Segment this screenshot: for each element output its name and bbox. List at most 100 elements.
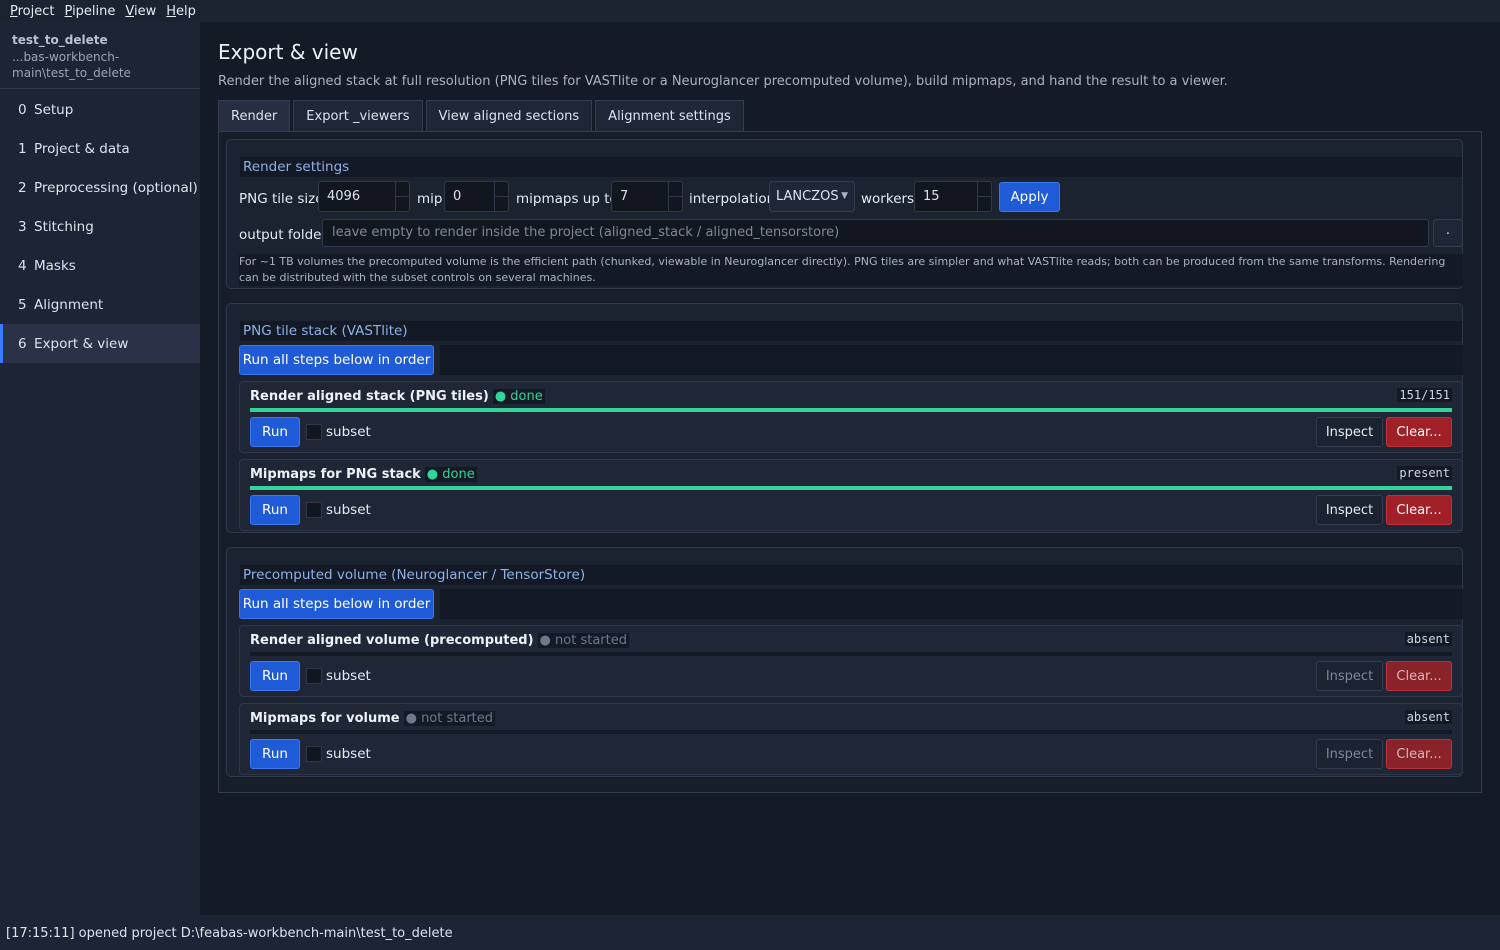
sidebar-item-preprocessing[interactable]: 2 Preprocessing (optional) (0, 168, 200, 207)
chevron-down-icon: ▼ (841, 191, 848, 201)
interpolation-label: interpolation (689, 191, 776, 207)
menu-pipeline[interactable]: Pipeline (60, 4, 121, 19)
render-settings-group: Render settings PNG tile size 4096 mip 0… (226, 139, 1463, 289)
project-name: test_to_delete (12, 33, 108, 47)
subset-label[interactable]: subset (326, 424, 371, 440)
step-title: Mipmaps for volume ● not started (250, 711, 496, 726)
tab-render[interactable]: Render (218, 100, 291, 132)
run-button[interactable]: Run (250, 495, 300, 525)
nav-label: Masks (34, 257, 76, 274)
png-stack-group: PNG tile stack (VASTlite) Run all steps … (226, 303, 1463, 533)
tab-view-aligned-sections[interactable]: View aligned sections (425, 100, 593, 132)
step-progress-text: present (1397, 466, 1452, 480)
step-title-text: Mipmaps for PNG stack (250, 467, 421, 482)
menu-project[interactable]: Project (5, 4, 60, 19)
menu-help-mnemonic: H (166, 3, 177, 19)
status-badge: ● not started (537, 633, 629, 648)
step-title-text: Render aligned stack (PNG tiles) (250, 389, 489, 404)
sidebar-item-setup[interactable]: 0 Setup (0, 90, 200, 129)
clear-button[interactable]: Clear... (1386, 417, 1452, 447)
menu-project-mnemonic: P (10, 3, 18, 19)
clear-button[interactable]: Clear... (1386, 661, 1452, 691)
spin-arrows[interactable] (977, 182, 991, 211)
subset-checkbox[interactable] (306, 502, 322, 518)
volume-group: Precomputed volume (Neuroglancer / Tenso… (226, 547, 1463, 777)
nav-number: 5 (18, 296, 27, 313)
interpolation-select[interactable]: LANCZOS ▼ (769, 181, 855, 212)
progress-bar (250, 486, 1452, 490)
output-folder-input[interactable]: leave empty to render inside the project… (322, 219, 1429, 247)
clear-button[interactable]: Clear... (1386, 495, 1452, 525)
workers-spinbox[interactable]: 15 (914, 181, 992, 212)
apply-button[interactable]: Apply (999, 182, 1060, 212)
workers-label: workers (861, 191, 915, 207)
progress-bar (250, 730, 1452, 734)
mipmaps-spinbox[interactable]: 7 (611, 181, 683, 212)
nav-label: Export & view (34, 335, 129, 352)
subset-checkbox[interactable] (306, 668, 322, 684)
page-description: Render the aligned stack at full resolut… (218, 74, 1228, 89)
step-title: Render aligned stack (PNG tiles) ● done (250, 389, 545, 404)
run-button[interactable]: Run (250, 417, 300, 447)
subset-checkbox[interactable] (306, 746, 322, 762)
inspect-button[interactable]: Inspect (1316, 661, 1383, 691)
subset-checkbox[interactable] (306, 424, 322, 440)
inspect-button[interactable]: Inspect (1316, 417, 1383, 447)
nav-label: Setup (34, 101, 74, 118)
tab-export-viewers[interactable]: Export _viewers (293, 100, 423, 132)
inspect-button[interactable]: Inspect (1316, 739, 1383, 769)
subset-label[interactable]: subset (326, 668, 371, 684)
sidebar-item-stitching[interactable]: 3 Stitching (0, 207, 200, 246)
run-all-status-strip (440, 589, 1463, 619)
page-title: Export & view (218, 40, 358, 64)
subset-label[interactable]: subset (326, 746, 371, 762)
sidebar: test_to_delete ...bas-workbench- main\te… (0, 22, 200, 915)
inspect-button[interactable]: Inspect (1316, 495, 1383, 525)
sidebar-divider (0, 88, 200, 89)
menu-pipeline-label: ipeline (72, 3, 116, 19)
clear-button[interactable]: Clear... (1386, 739, 1452, 769)
project-path-line1: ...bas-workbench- (12, 50, 120, 64)
step-progress-text: absent (1404, 632, 1452, 646)
spin-arrows[interactable] (395, 182, 409, 211)
mip-spinbox[interactable]: 0 (444, 181, 509, 212)
menu-help[interactable]: Help (161, 4, 201, 19)
interpolation-value: LANCZOS (776, 189, 839, 204)
sidebar-item-project-data[interactable]: 1 Project & data (0, 129, 200, 168)
mip-value: 0 (453, 189, 462, 204)
nav-number: 3 (18, 218, 27, 235)
png-tile-size-spinbox[interactable]: 4096 (318, 181, 410, 212)
progress-fill (250, 408, 1452, 412)
subset-label[interactable]: subset (326, 502, 371, 518)
sidebar-item-alignment[interactable]: 5 Alignment (0, 285, 200, 324)
run-all-png-button[interactable]: Run all steps below in order (239, 345, 434, 375)
spin-arrows[interactable] (668, 182, 682, 211)
step-title: Render aligned volume (precomputed) ● not… (250, 633, 629, 648)
nav-label: Preprocessing (optional) (34, 179, 198, 196)
menu-view[interactable]: View (120, 4, 161, 19)
main-content: Export & view Render the aligned stack a… (200, 22, 1500, 915)
run-all-volume-button[interactable]: Run all steps below in order (239, 589, 434, 619)
run-button[interactable]: Run (250, 661, 300, 691)
progress-fill (250, 486, 1452, 490)
menu-view-mnemonic: V (125, 3, 134, 19)
sidebar-item-export-view[interactable]: 6 Export & view (0, 324, 200, 363)
step-progress-text: absent (1404, 710, 1452, 724)
browse-button[interactable]: . (1433, 219, 1463, 247)
spin-arrows[interactable] (494, 182, 508, 211)
step-mipmaps-volume: Mipmaps for volume ● not started absent R… (239, 703, 1463, 775)
run-button[interactable]: Run (250, 739, 300, 769)
progress-bar (250, 408, 1452, 412)
status-badge: ● done (424, 467, 477, 482)
nav-number: 0 (18, 101, 27, 118)
nav-number: 2 (18, 179, 27, 196)
render-tab-panel: Render settings PNG tile size 4096 mip 0… (218, 131, 1482, 793)
mip-label: mip (417, 191, 443, 207)
sidebar-item-masks[interactable]: 4 Masks (0, 246, 200, 285)
step-progress-text: 151/151 (1397, 388, 1452, 402)
tab-alignment-settings[interactable]: Alignment settings (595, 100, 744, 132)
nav-label: Project & data (34, 140, 130, 157)
menu-project-label: roject (17, 3, 55, 19)
project-path-line2: main\test_to_delete (12, 66, 131, 80)
nav-number: 4 (18, 257, 27, 274)
